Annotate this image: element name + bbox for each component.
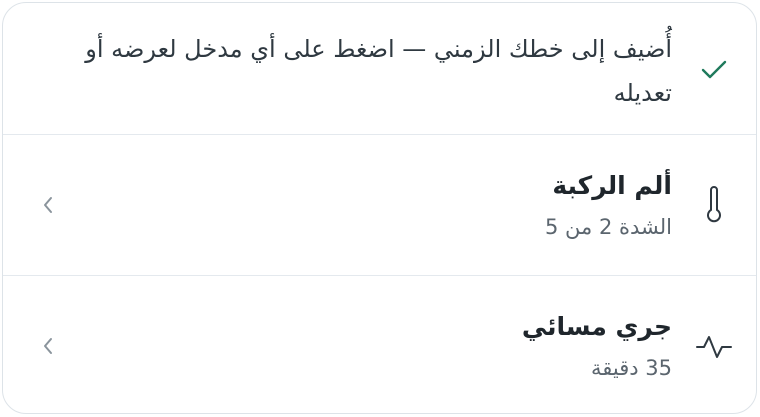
- banner-message: أُضيف إلى خطك الزمني — اضغط على أي مدخل …: [85, 34, 672, 107]
- entry-title: ألم الركبة: [552, 171, 672, 200]
- chevron-left-icon[interactable]: [3, 336, 93, 356]
- thermometer-icon: [672, 186, 756, 224]
- entry-subtitle: الشدة 2 من 5: [544, 215, 672, 239]
- entry-text: جري مسائي 35 دقيقة: [93, 307, 672, 385]
- added-confirmation-banner: أُضيف إلى خطك الزمني — اضغط على أي مدخل …: [3, 3, 756, 134]
- chevron-left-icon[interactable]: [3, 195, 93, 215]
- entry-subtitle: 35 دقيقة: [590, 355, 672, 380]
- entry-title: جري مسائي: [521, 311, 672, 341]
- timeline-entry-knee-pain[interactable]: ألم الركبة الشدة 2 من 5: [3, 134, 756, 275]
- entry-text: ألم الركبة الشدة 2 من 5: [93, 166, 672, 244]
- activity-icon: [672, 331, 756, 361]
- timeline-card: أُضيف إلى خطك الزمني — اضغط على أي مدخل …: [2, 2, 757, 414]
- check-icon: [672, 54, 756, 84]
- timeline-entry-evening-run[interactable]: جري مسائي 35 دقيقة: [3, 275, 756, 413]
